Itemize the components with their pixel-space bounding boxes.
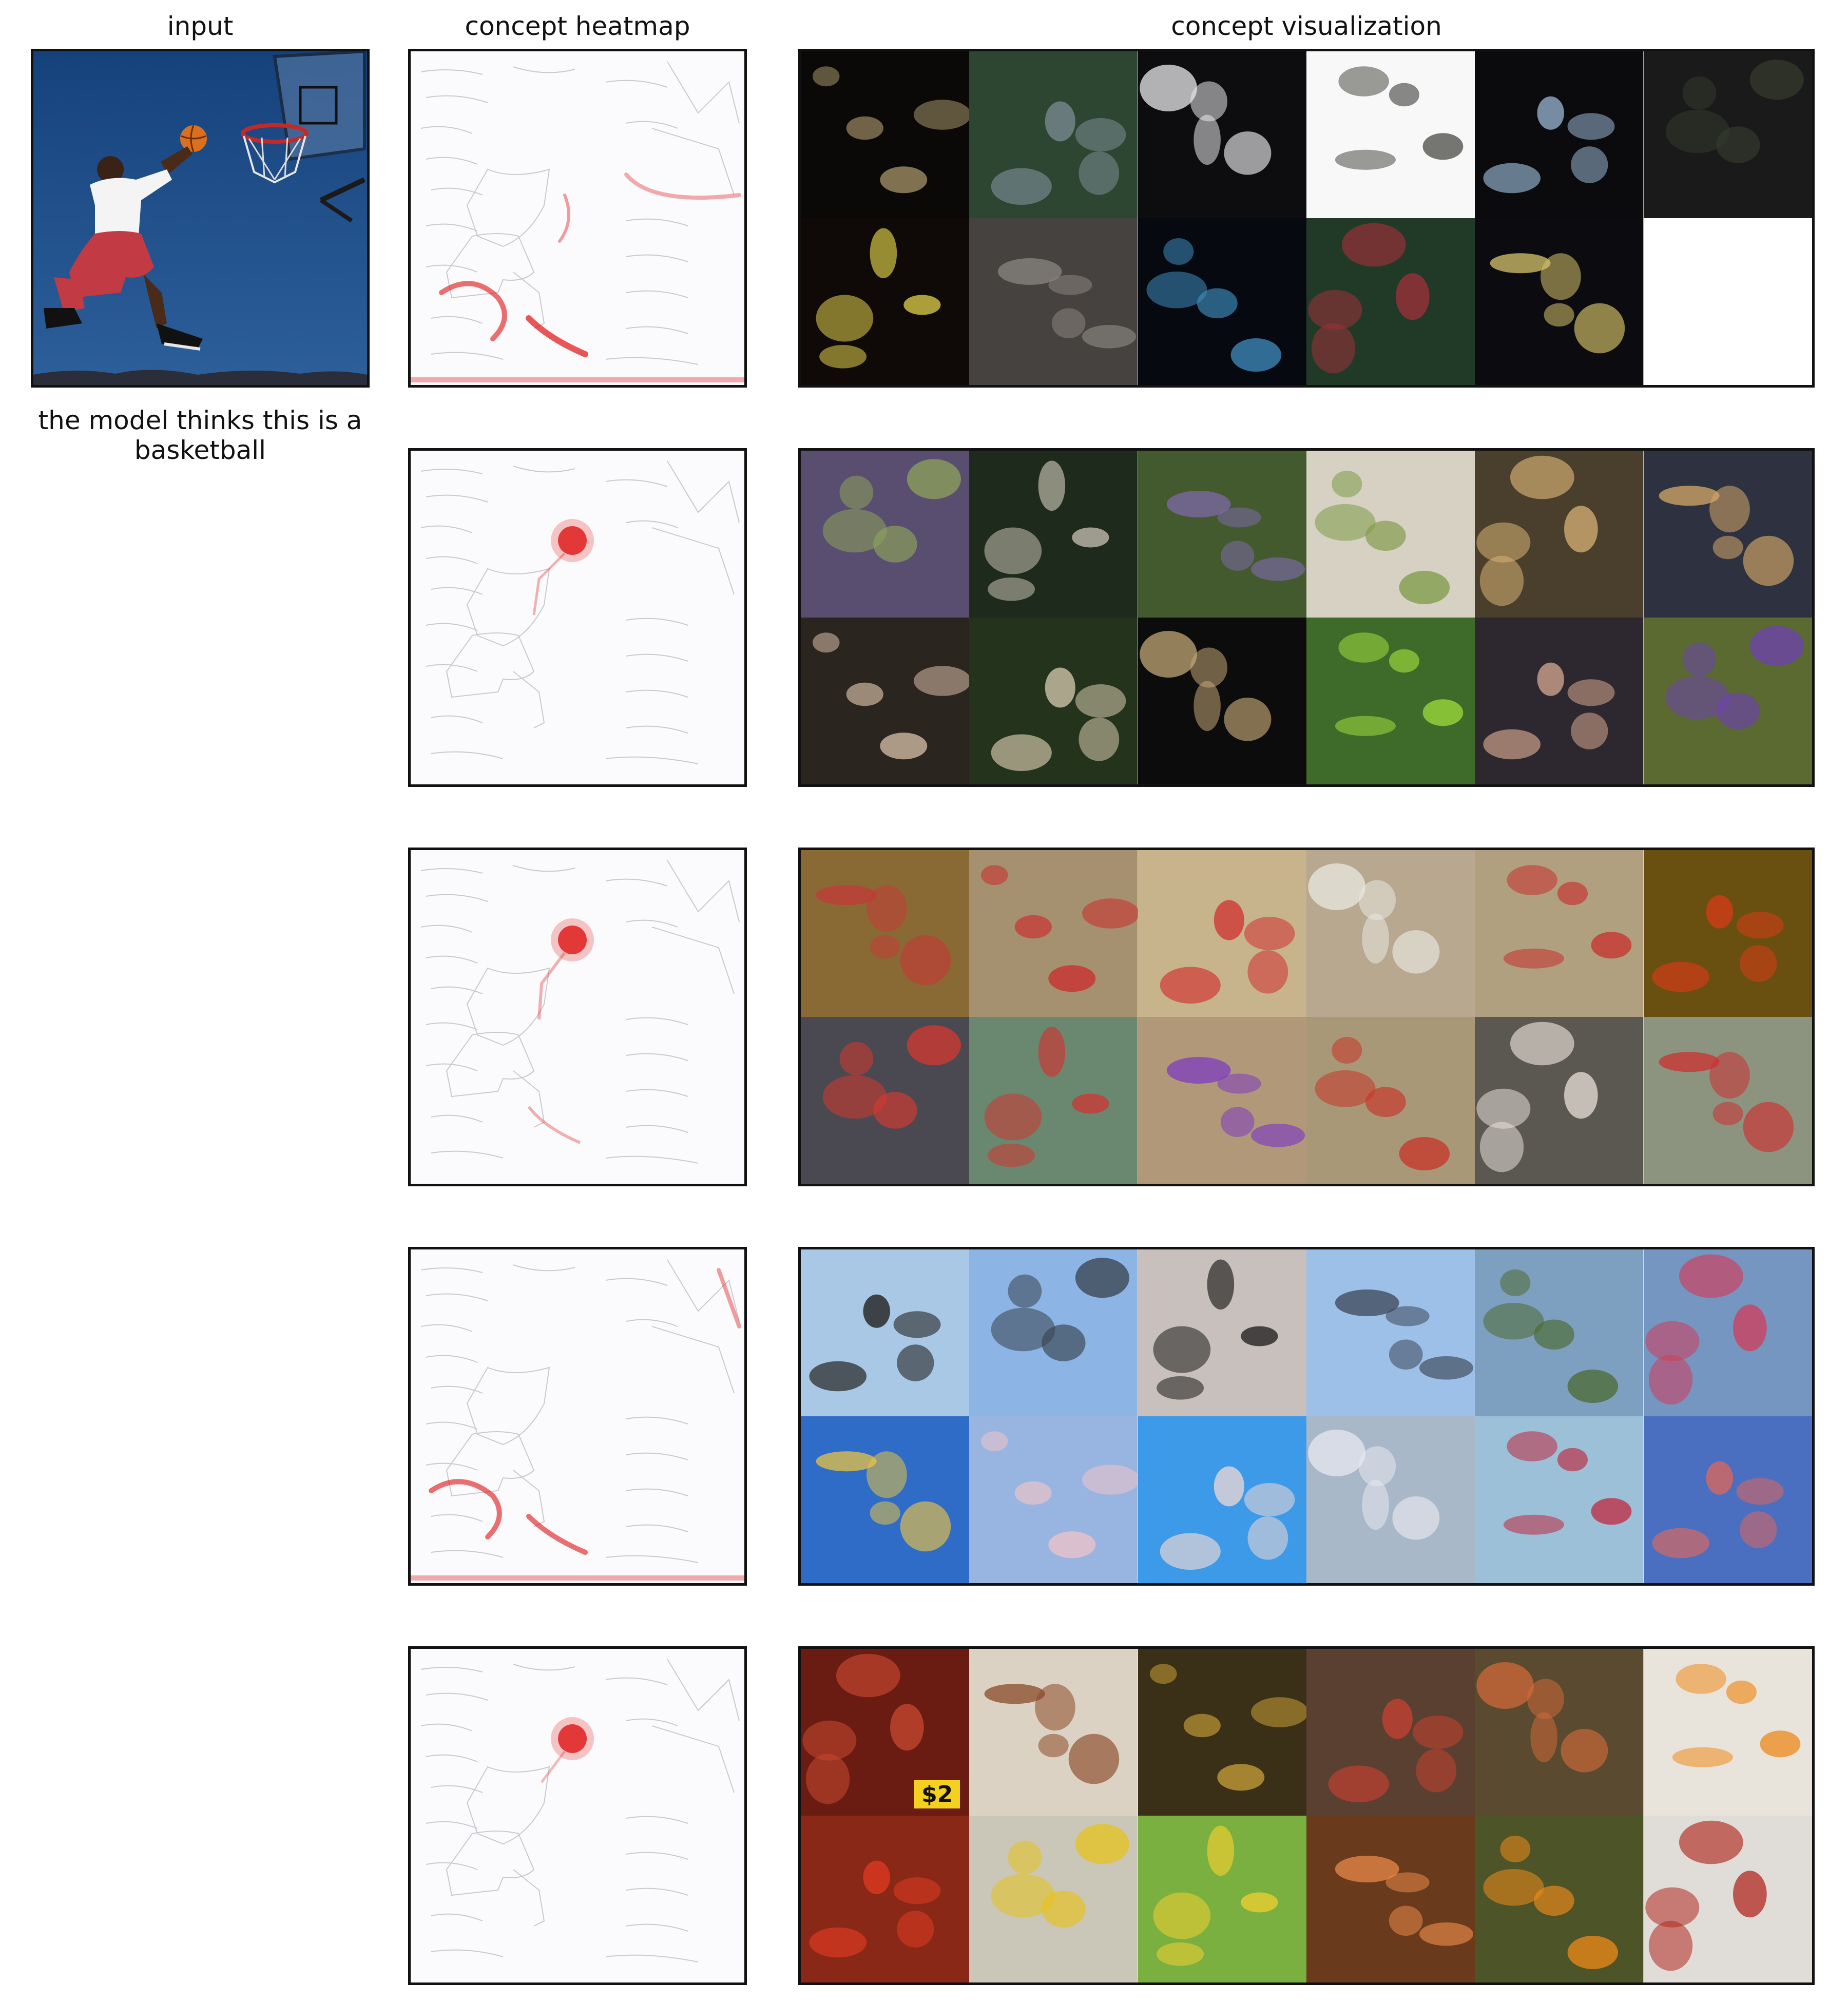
concept-3-image-tile: [1643, 1017, 1812, 1184]
concept-1-image-tile: [801, 218, 970, 385]
concept-2-image-tile: [801, 618, 970, 784]
concept-4-image-tile: [1475, 1249, 1644, 1416]
heatmap-4-drawing: [411, 1259, 744, 1581]
concept-3-image-tile: [1306, 1017, 1475, 1184]
concept-3-image-tile: [969, 1017, 1138, 1184]
concept-2-image-tile: [1475, 618, 1644, 784]
concept-5-image-tile: [1643, 1649, 1812, 1816]
concept-1-image-tile: [1475, 218, 1644, 385]
heatmap-5-drawing: [420, 1659, 740, 1962]
concept-3-image-tile: [801, 1017, 970, 1184]
concept-5-image-tile: [969, 1816, 1138, 1982]
concept-1-image-tile: [1138, 218, 1306, 385]
concept-4-image-tile: [801, 1249, 970, 1416]
concept-4-image-tile: [1643, 1416, 1812, 1583]
concept-2-image-tile: [1306, 451, 1475, 618]
concept-3-image-tile: [969, 850, 1138, 1017]
concept-1-image-tile: [1475, 51, 1644, 218]
concept-5-image-tile: [1475, 1649, 1644, 1816]
heatmap-column-title: concept heatmap: [465, 11, 690, 41]
concept-5-image-tile: [969, 1649, 1138, 1816]
concept-5-image-tile: [1138, 1816, 1306, 1982]
concept-heatmap-2: [408, 448, 747, 787]
concept-5-image-tile: [801, 1816, 970, 1982]
concept-2-image-tile: [1643, 451, 1812, 618]
concept-2-image-tile: [1643, 618, 1812, 784]
concept-3-image-tile: [1138, 850, 1306, 1017]
concept-2-image-tile: [801, 451, 970, 618]
concept-3-image-tile: [1643, 850, 1812, 1017]
concept-3-image-tile: [1475, 850, 1644, 1017]
concept-2-image-tile: [969, 618, 1138, 784]
concept-4-image-tile: [1138, 1416, 1306, 1583]
concept-heatmap-4: [408, 1247, 747, 1586]
concept-4-image-tile: [1475, 1416, 1644, 1583]
concept-5-image-tile: [1306, 1816, 1475, 1982]
concept-1-image-tile: [1306, 51, 1475, 218]
concept-4-image-tile: [1306, 1249, 1475, 1416]
concept-visualization-grid-4: [798, 1247, 1815, 1586]
concept-5-image-tile: $2: [801, 1649, 970, 1816]
concept-visualization-grid-2: [798, 448, 1815, 787]
concept-3-image-tile: [1475, 1017, 1644, 1184]
concept-1-image-tile: [969, 218, 1138, 385]
concept-visualization-grid-1: [798, 49, 1815, 388]
concept-5-image-tile: [1643, 1816, 1812, 1982]
concept-1-image-tile: [1643, 51, 1812, 218]
visualization-column-title: concept visualization: [1171, 11, 1442, 41]
price-label: $2: [914, 1780, 960, 1808]
concept-3-image-tile: [1306, 850, 1475, 1017]
concept-5-image-tile: [1138, 1649, 1306, 1816]
concept-4-image-tile: [801, 1416, 970, 1583]
heatmap-3-drawing: [420, 860, 740, 1164]
concept-1-image-tile: [969, 51, 1138, 218]
concept-5-image-tile: [1306, 1649, 1475, 1816]
concept-3-image-tile: [1138, 1017, 1306, 1184]
concept-4-image-tile: [1306, 1416, 1475, 1583]
concept-1-image-tile: [1306, 218, 1475, 385]
input-image: [31, 49, 370, 388]
concept-2-image-tile: [1138, 451, 1306, 618]
concept-4-image-tile: [969, 1249, 1138, 1416]
concept-1-image-tile: [1138, 51, 1306, 218]
concept-4-image-tile: [1643, 1249, 1812, 1416]
heatmap-1-drawing: [411, 61, 744, 382]
input-column-title: input: [167, 11, 234, 41]
concept-heatmap-3: [408, 848, 747, 1186]
heatmap-2-drawing: [420, 460, 740, 764]
concept-2-image-tile: [1138, 618, 1306, 784]
concept-heatmap-1: [408, 49, 747, 388]
concept-2-image-tile: [969, 451, 1138, 618]
concept-3-image-tile: [801, 850, 970, 1017]
concept-visualization-grid-5: $2: [798, 1646, 1815, 1985]
model-prediction-caption: the model thinks this is a basketball: [38, 406, 362, 465]
concept-4-image-tile: [1138, 1249, 1306, 1416]
concept-heatmap-5: [408, 1646, 747, 1985]
concept-2-image-tile: [1475, 451, 1644, 618]
concept-1-image-tile: [801, 51, 970, 218]
concept-visualization-grid-3: [798, 848, 1815, 1186]
concept-5-image-tile: [1475, 1816, 1644, 1982]
concept-4-image-tile: [969, 1416, 1138, 1583]
concept-2-image-tile: [1306, 618, 1475, 784]
